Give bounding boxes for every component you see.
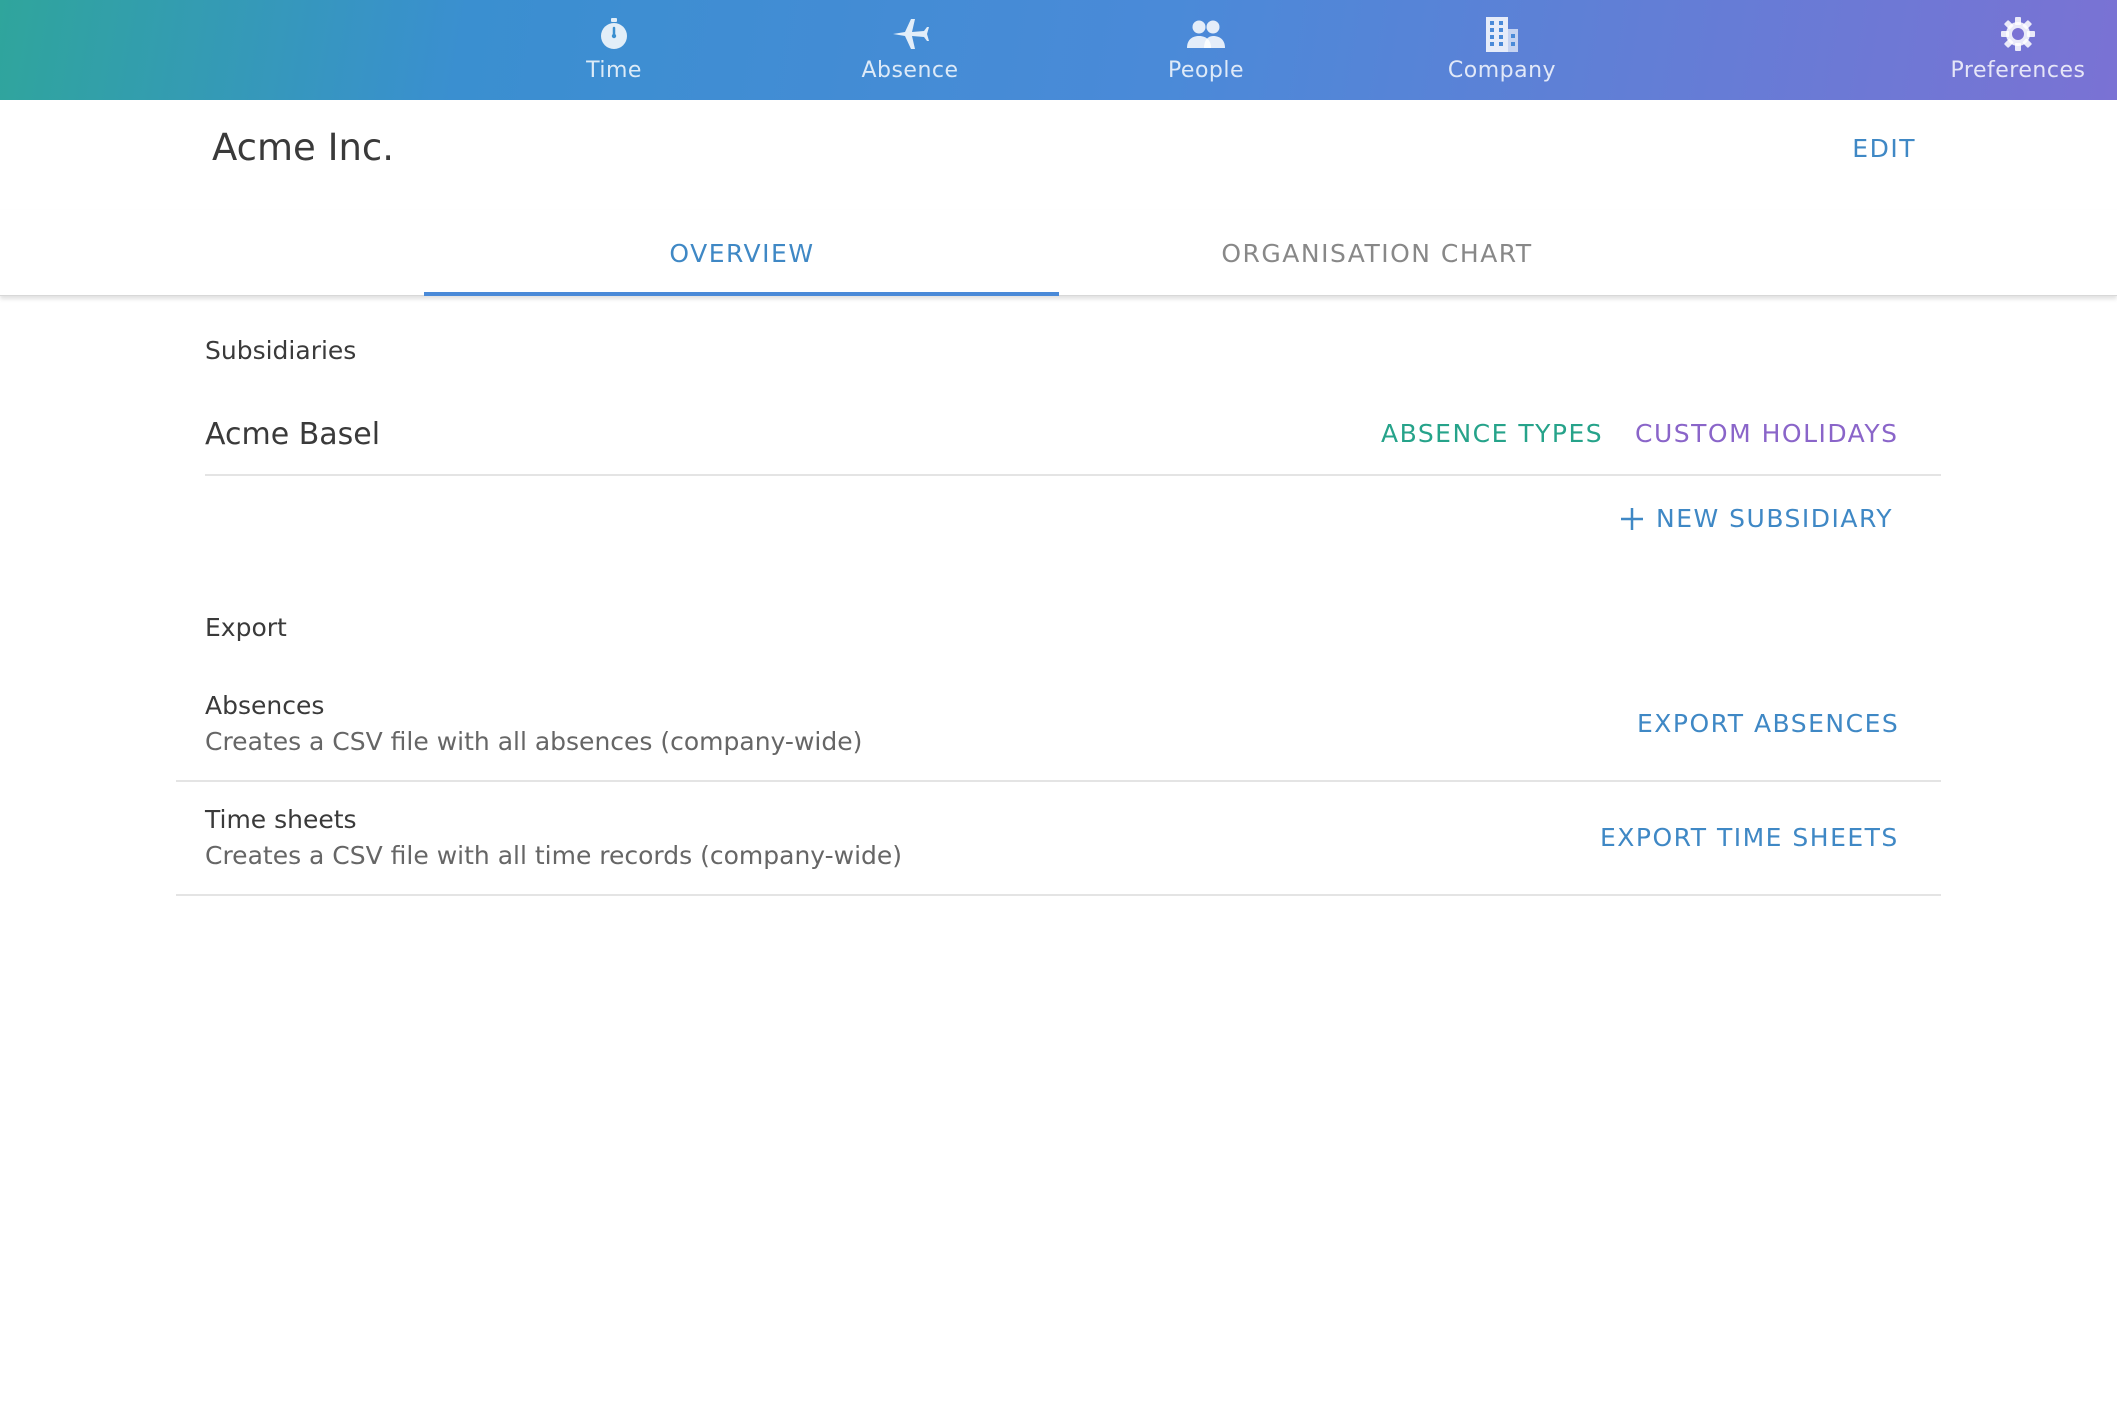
page-title: Acme Inc. xyxy=(212,126,395,169)
stopwatch-icon xyxy=(594,14,634,54)
divider xyxy=(176,894,1941,896)
nav-label: People xyxy=(1167,58,1245,83)
tab-organisation-chart[interactable]: ORGANISATION CHART xyxy=(1059,210,1695,296)
nav-label: Company xyxy=(1447,58,1557,83)
export-absences-button[interactable]: EXPORT ABSENCES xyxy=(1637,709,1899,738)
nav-item-absence[interactable]: Absence xyxy=(810,14,1010,90)
active-tab-indicator xyxy=(424,292,1059,296)
gear-icon xyxy=(1998,14,2038,54)
export-heading: Export xyxy=(205,613,287,642)
nav-item-time[interactable]: Time xyxy=(514,14,714,90)
tab-overview[interactable]: OVERVIEW xyxy=(424,210,1060,296)
custom-holidays-button[interactable]: CUSTOM HOLIDAYS xyxy=(1635,419,1898,448)
nav-label: Absence xyxy=(861,58,959,83)
building-icon xyxy=(1482,14,1522,54)
edit-button[interactable]: EDIT xyxy=(1852,134,1916,163)
export-row-description: Creates a CSV file with all absences (co… xyxy=(205,727,863,756)
new-subsidiary-label: NEW SUBSIDIARY xyxy=(1656,504,1894,533)
nav-label: Time xyxy=(586,58,642,83)
export-time-sheets-button[interactable]: EXPORT TIME SHEETS xyxy=(1600,823,1899,852)
nav-label: Preferences xyxy=(1950,58,2086,83)
export-row-description: Creates a CSV file with all time records… xyxy=(205,841,903,870)
divider xyxy=(205,474,1941,476)
people-icon xyxy=(1186,14,1226,54)
absence-types-button[interactable]: ABSENCE TYPES xyxy=(1381,419,1603,448)
tab-bar: OVERVIEW ORGANISATION CHART xyxy=(0,210,2117,296)
export-row-title: Time sheets xyxy=(205,805,357,834)
new-subsidiary-button[interactable]: NEW SUBSIDIARY xyxy=(1620,504,1893,533)
nav-item-preferences[interactable]: Preferences xyxy=(1918,14,2117,90)
nav-item-people[interactable]: People xyxy=(1106,14,1306,90)
export-row-title: Absences xyxy=(205,691,325,720)
subsidiaries-heading: Subsidiaries xyxy=(205,336,357,365)
divider xyxy=(176,780,1941,782)
nav-item-company[interactable]: Company xyxy=(1402,14,1602,90)
subsidiary-name: Acme Basel xyxy=(205,417,381,452)
plus-icon xyxy=(1620,507,1644,531)
top-navigation: Time Absence People Company Preferences xyxy=(0,0,2117,100)
airplane-icon xyxy=(890,14,930,54)
